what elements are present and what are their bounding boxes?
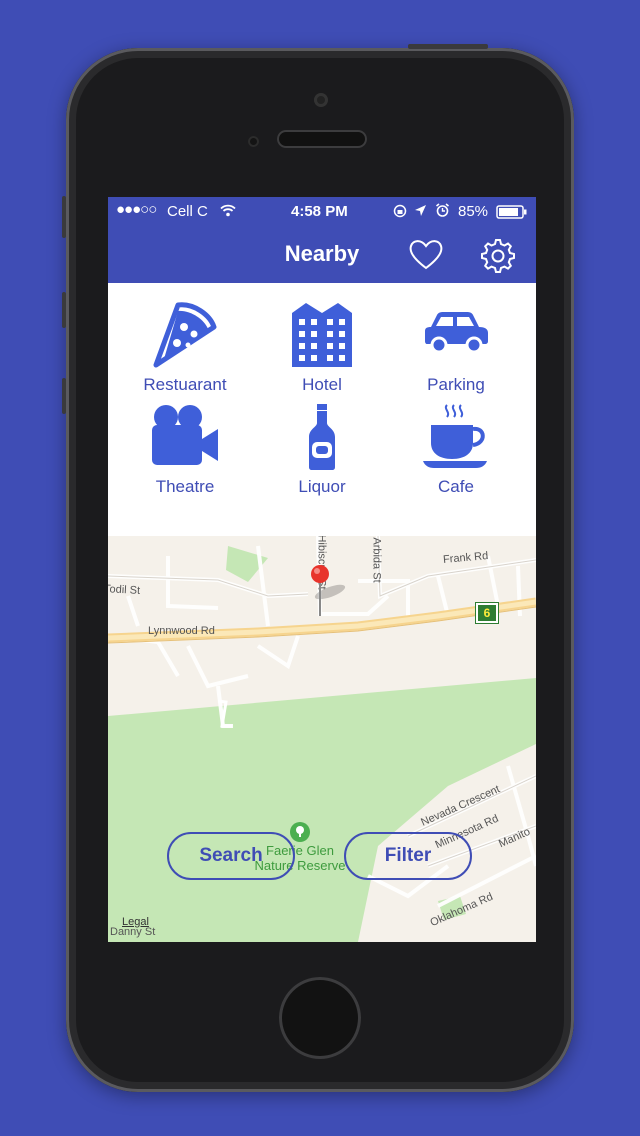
category-label: Hotel (302, 375, 342, 394)
proximity-sensor (248, 136, 259, 147)
category-hotel[interactable]: Hotel (251, 301, 393, 395)
category-label: Restuarant (143, 375, 227, 394)
alarm-icon (435, 203, 450, 222)
legal-link[interactable]: Legal (122, 916, 149, 928)
category-label: Cafe (438, 477, 474, 496)
category-restaurant[interactable]: Restuarant (114, 301, 256, 395)
home-button[interactable] (279, 977, 361, 1059)
bottle-icon (309, 404, 335, 470)
navigation-bar: Nearby (108, 227, 536, 283)
map-view[interactable]: Frank Rd Todil St Lynnwood Rd Hibiscus S… (108, 536, 536, 942)
map-pin[interactable] (310, 564, 330, 620)
film-camera-icon (152, 405, 218, 465)
category-label: Liquor (298, 477, 346, 496)
search-button[interactable]: Search (167, 832, 295, 880)
route-badge: 6 (475, 602, 499, 624)
category-grid: Restuarant Hotel Parking Theatre Liquor … (108, 283, 536, 535)
carrier-label: Cell C (167, 203, 208, 220)
street-label: Arbida St (370, 537, 383, 583)
category-theatre[interactable]: Theatre (114, 403, 256, 497)
street-label: Todil St (108, 583, 141, 597)
front-camera (314, 93, 328, 107)
category-label: Theatre (155, 477, 215, 496)
tree-icon[interactable] (290, 822, 310, 842)
gear-icon[interactable] (478, 235, 518, 275)
category-cafe[interactable]: Cafe (385, 403, 527, 497)
category-liquor[interactable]: Liquor (251, 403, 393, 497)
coffee-cup-icon (423, 404, 487, 468)
mute-switch (62, 196, 66, 238)
rotation-lock-icon (393, 204, 407, 222)
category-parking[interactable]: Parking (385, 301, 527, 395)
location-arrow-icon (414, 204, 427, 221)
battery-icon (496, 205, 528, 223)
status-bar: ●●●○○ Cell C 4:58 PM 85% (108, 197, 536, 227)
car-icon (425, 312, 488, 354)
volume-up-button (62, 292, 66, 328)
app-screen: ●●●○○ Cell C 4:58 PM 85% Nearby Restuara… (108, 197, 536, 942)
category-label: Parking (427, 375, 485, 394)
street-label: Lynnwood Rd (148, 625, 215, 637)
page-title: Nearby (284, 241, 360, 266)
wifi-icon (220, 204, 236, 221)
battery-percent: 85% (458, 203, 489, 220)
earpiece-speaker (277, 130, 367, 148)
volume-down-button (62, 378, 66, 414)
clock: 4:58 PM (291, 203, 348, 220)
hotel-building-icon (292, 303, 352, 367)
filter-button[interactable]: Filter (344, 832, 472, 880)
signal-strength-icon: ●●●○○ (116, 201, 157, 218)
power-button (408, 44, 488, 49)
pizza-icon (153, 302, 217, 368)
heart-icon[interactable] (406, 235, 446, 275)
